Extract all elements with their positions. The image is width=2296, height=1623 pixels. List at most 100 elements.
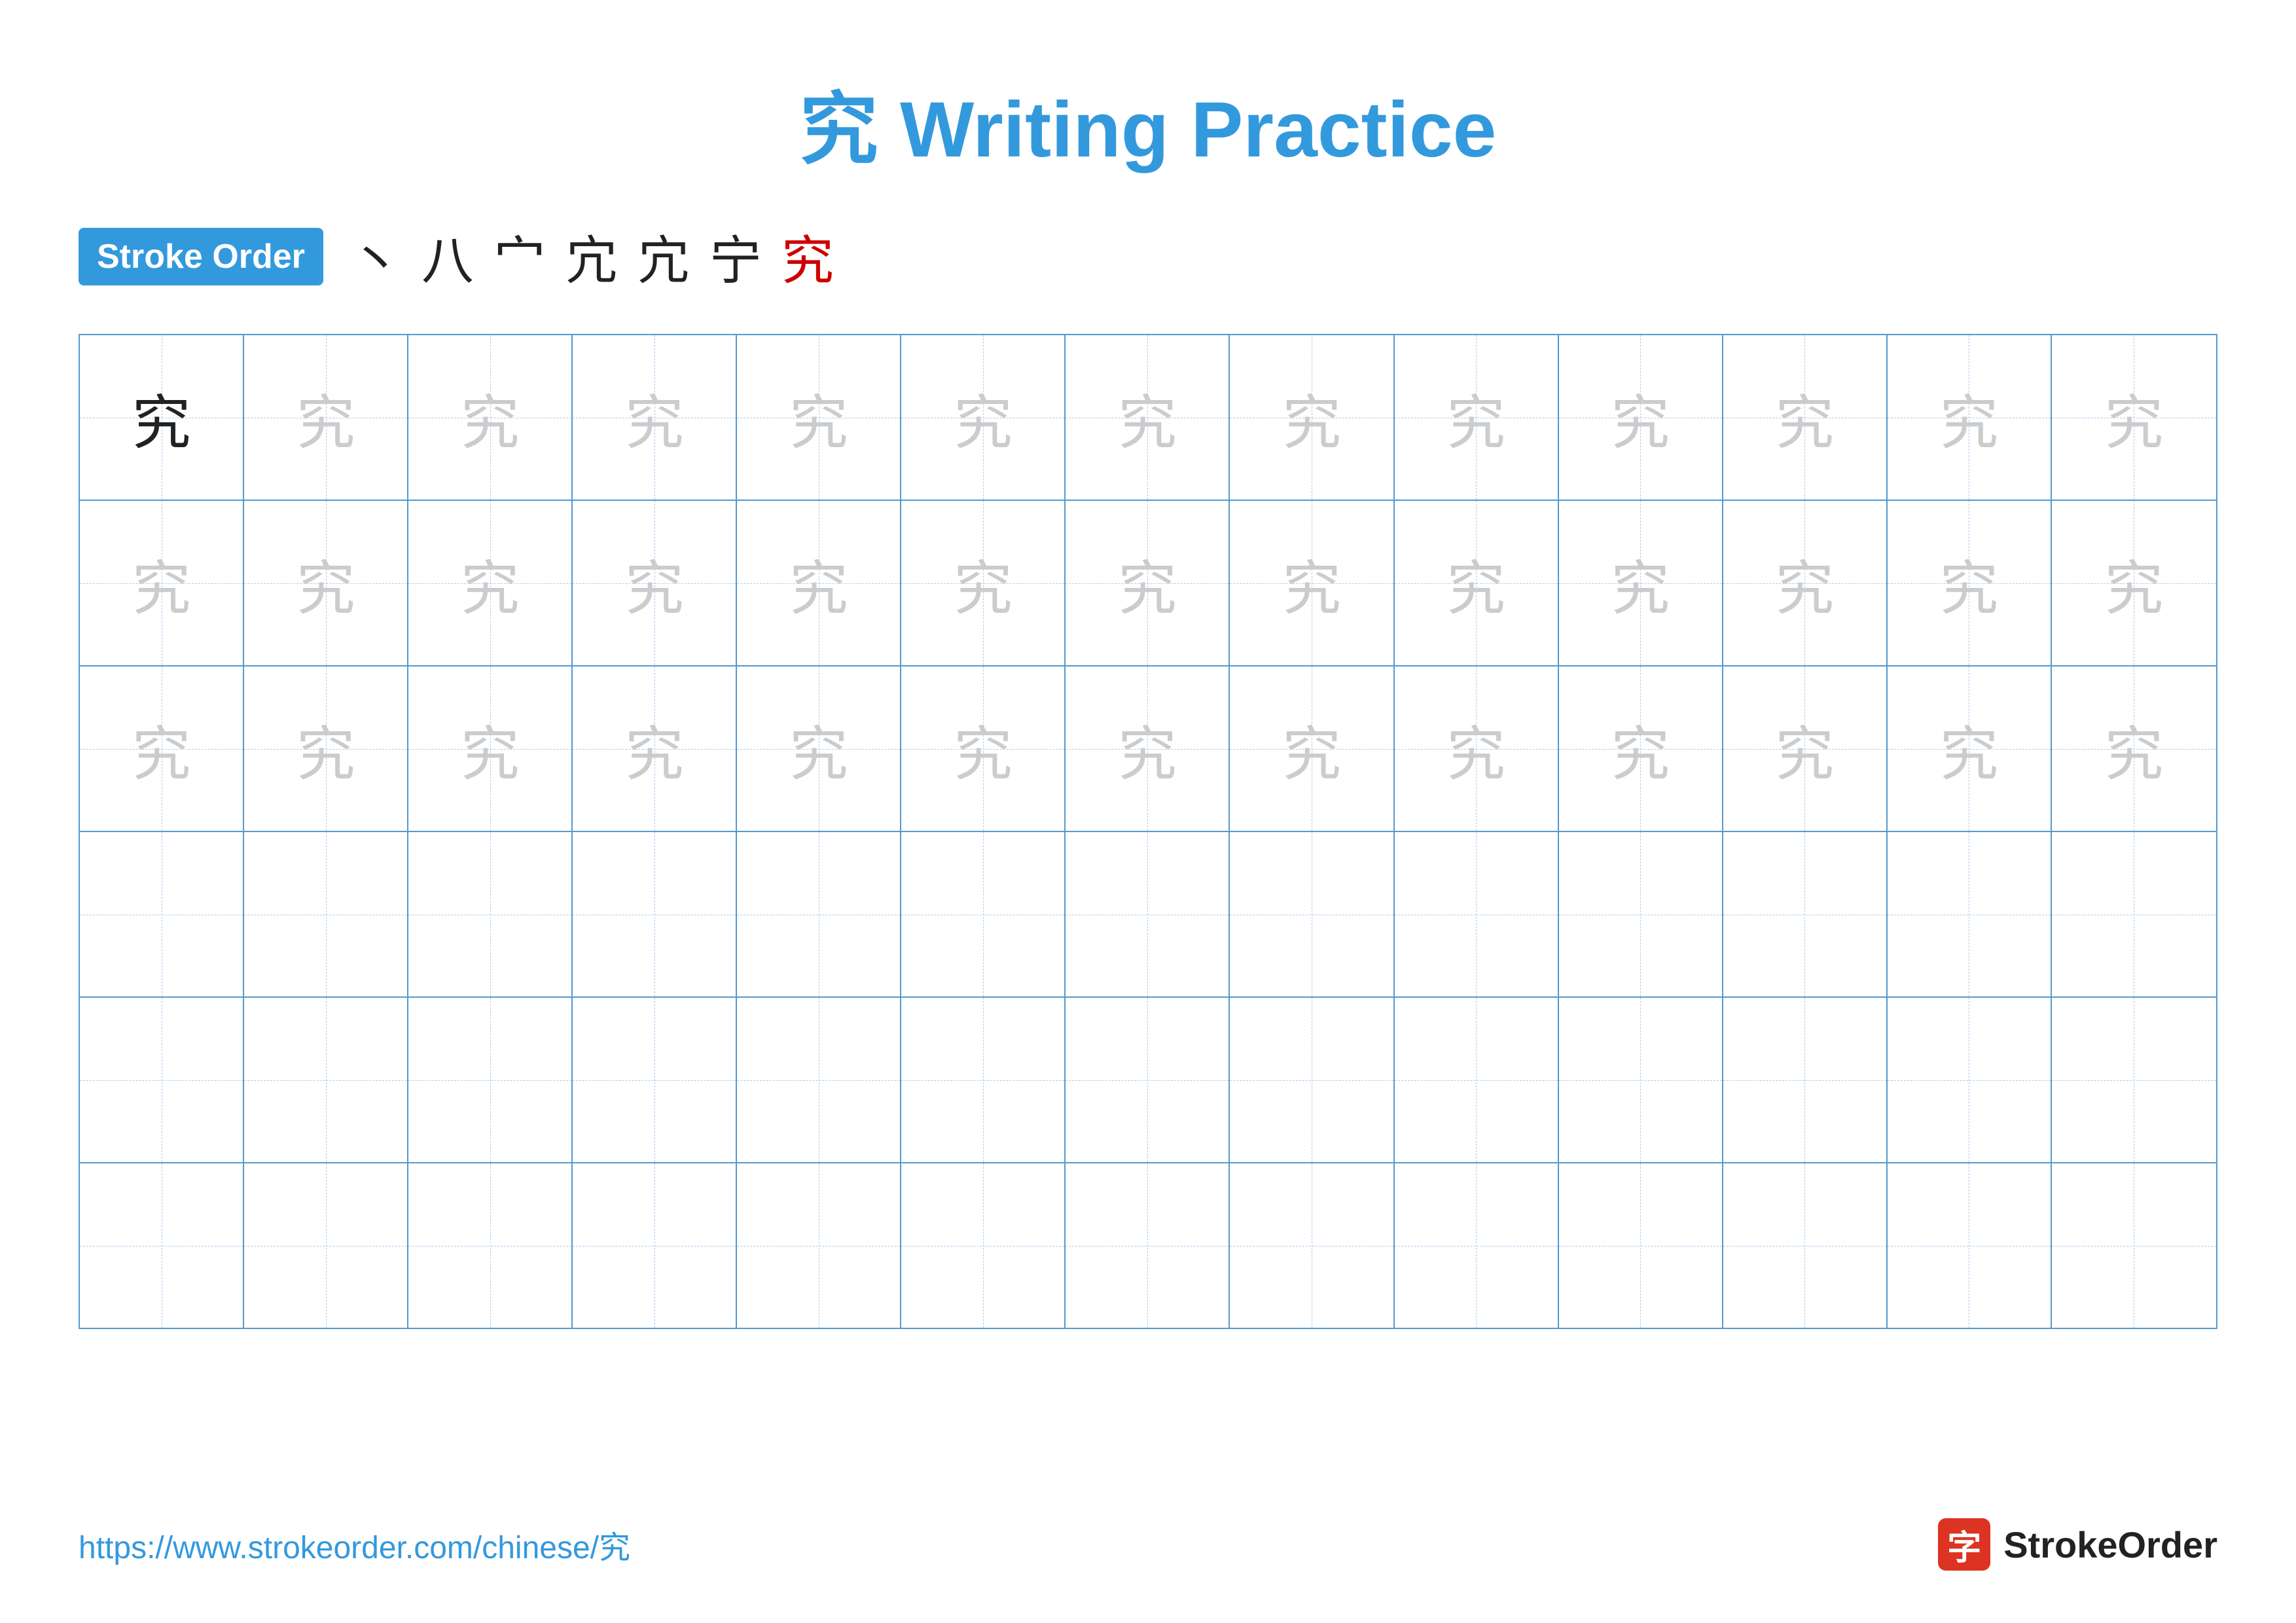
grid-cell-2-8[interactable]: 究 [1395, 666, 1559, 831]
grid-cell-5-12[interactable] [2052, 1163, 2216, 1328]
grid-cell-2-9[interactable]: 究 [1559, 666, 1723, 831]
grid-cell-2-11[interactable]: 究 [1888, 666, 2052, 831]
grid-cell-1-0[interactable]: 究 [80, 501, 244, 665]
grid-cell-4-5[interactable] [901, 998, 1066, 1162]
practice-char-2-3: 究 [625, 706, 684, 792]
grid-cell-3-7[interactable] [1230, 832, 1394, 996]
grid-cell-4-9[interactable] [1559, 998, 1723, 1162]
grid-cell-0-12[interactable]: 究 [2052, 335, 2216, 500]
grid-cell-0-11[interactable]: 究 [1888, 335, 2052, 500]
grid-cell-1-3[interactable]: 究 [573, 501, 737, 665]
grid-cell-0-10[interactable]: 究 [1723, 335, 1888, 500]
practice-char-2-10: 究 [1775, 706, 1834, 792]
grid-cell-3-1[interactable] [244, 832, 408, 996]
grid-cell-3-9[interactable] [1559, 832, 1723, 996]
grid-cell-0-5[interactable]: 究 [901, 335, 1066, 500]
grid-cell-0-3[interactable]: 究 [573, 335, 737, 500]
grid-cell-2-3[interactable]: 究 [573, 666, 737, 831]
grid-cell-4-1[interactable] [244, 998, 408, 1162]
grid-cell-5-10[interactable] [1723, 1163, 1888, 1328]
grid-cell-2-4[interactable]: 究 [737, 666, 901, 831]
grid-cell-1-12[interactable]: 究 [2052, 501, 2216, 665]
practice-char-1-5: 究 [954, 541, 1013, 626]
grid-cell-2-10[interactable]: 究 [1723, 666, 1888, 831]
footer: https://www.strokeorder.com/chinese/究 字 … [79, 1518, 2217, 1571]
grid-cell-4-4[interactable] [737, 998, 901, 1162]
grid-cell-1-1[interactable]: 究 [244, 501, 408, 665]
grid-cell-5-7[interactable] [1230, 1163, 1394, 1328]
practice-char-2-7: 究 [1282, 706, 1341, 792]
grid-cell-2-0[interactable]: 究 [80, 666, 244, 831]
grid-cell-5-11[interactable] [1888, 1163, 2052, 1328]
grid-cell-3-11[interactable] [1888, 832, 2052, 996]
grid-cell-2-2[interactable]: 究 [408, 666, 573, 831]
practice-char-0-12: 究 [2104, 375, 2163, 460]
grid-cell-2-12[interactable]: 究 [2052, 666, 2216, 831]
grid-cell-5-9[interactable] [1559, 1163, 1723, 1328]
stroke-step-0: 丶 [350, 219, 402, 295]
practice-char-2-11: 究 [1939, 706, 1998, 792]
grid-cell-4-2[interactable] [408, 998, 573, 1162]
grid-cell-1-2[interactable]: 究 [408, 501, 573, 665]
grid-cell-4-6[interactable] [1066, 998, 1230, 1162]
grid-cell-5-1[interactable] [244, 1163, 408, 1328]
grid-cell-1-10[interactable]: 究 [1723, 501, 1888, 665]
grid-cell-1-4[interactable]: 究 [737, 501, 901, 665]
grid-cell-5-8[interactable] [1395, 1163, 1559, 1328]
grid-cell-2-7[interactable]: 究 [1230, 666, 1394, 831]
grid-cell-4-3[interactable] [573, 998, 737, 1162]
practice-char-2-12: 究 [2104, 706, 2163, 792]
practice-char-0-10: 究 [1775, 375, 1834, 460]
grid-cell-3-10[interactable] [1723, 832, 1888, 996]
grid-cell-3-4[interactable] [737, 832, 901, 996]
practice-char-0-5: 究 [954, 375, 1013, 460]
page-title: 究 Writing Practice [79, 65, 2217, 179]
grid-cell-0-8[interactable]: 究 [1395, 335, 1559, 500]
footer-logo: 字 StrokeOrder [1938, 1518, 2217, 1571]
grid-cell-1-11[interactable]: 究 [1888, 501, 2052, 665]
grid-cell-1-5[interactable]: 究 [901, 501, 1066, 665]
grid-cell-0-2[interactable]: 究 [408, 335, 573, 500]
grid-cell-0-7[interactable]: 究 [1230, 335, 1394, 500]
grid-cell-3-0[interactable] [80, 832, 244, 996]
grid-cell-2-6[interactable]: 究 [1066, 666, 1230, 831]
grid-cell-1-8[interactable]: 究 [1395, 501, 1559, 665]
practice-char-2-6: 究 [1118, 706, 1177, 792]
grid-cell-4-11[interactable] [1888, 998, 2052, 1162]
practice-char-0-9: 究 [1611, 375, 1670, 460]
grid-row-5 [80, 1163, 2216, 1328]
grid-cell-5-6[interactable] [1066, 1163, 1230, 1328]
grid-cell-5-4[interactable] [737, 1163, 901, 1328]
grid-cell-2-5[interactable]: 究 [901, 666, 1066, 831]
grid-cell-3-6[interactable] [1066, 832, 1230, 996]
grid-cell-3-5[interactable] [901, 832, 1066, 996]
grid-cell-0-9[interactable]: 究 [1559, 335, 1723, 500]
logo-text: StrokeOrder [2003, 1523, 2217, 1566]
practice-char-1-6: 究 [1118, 541, 1177, 626]
grid-cell-3-3[interactable] [573, 832, 737, 996]
grid-cell-0-1[interactable]: 究 [244, 335, 408, 500]
grid-cell-3-12[interactable] [2052, 832, 2216, 996]
grid-cell-4-0[interactable] [80, 998, 244, 1162]
grid-row-0: 究究究究究究究究究究究究究 [80, 335, 2216, 501]
grid-cell-1-6[interactable]: 究 [1066, 501, 1230, 665]
grid-cell-0-4[interactable]: 究 [737, 335, 901, 500]
grid-cell-2-1[interactable]: 究 [244, 666, 408, 831]
grid-cell-0-6[interactable]: 究 [1066, 335, 1230, 500]
grid-cell-4-12[interactable] [2052, 998, 2216, 1162]
practice-char-1-3: 究 [625, 541, 684, 626]
grid-cell-4-7[interactable] [1230, 998, 1394, 1162]
grid-cell-5-3[interactable] [573, 1163, 737, 1328]
practice-char-1-4: 究 [789, 541, 848, 626]
grid-cell-0-0[interactable]: 究 [80, 335, 244, 500]
grid-cell-4-8[interactable] [1395, 998, 1559, 1162]
grid-cell-1-7[interactable]: 究 [1230, 501, 1394, 665]
practice-char-0-6: 究 [1118, 375, 1177, 460]
grid-cell-5-5[interactable] [901, 1163, 1066, 1328]
grid-cell-5-0[interactable] [80, 1163, 244, 1328]
grid-cell-4-10[interactable] [1723, 998, 1888, 1162]
grid-cell-3-2[interactable] [408, 832, 573, 996]
grid-cell-3-8[interactable] [1395, 832, 1559, 996]
grid-cell-1-9[interactable]: 究 [1559, 501, 1723, 665]
grid-cell-5-2[interactable] [408, 1163, 573, 1328]
